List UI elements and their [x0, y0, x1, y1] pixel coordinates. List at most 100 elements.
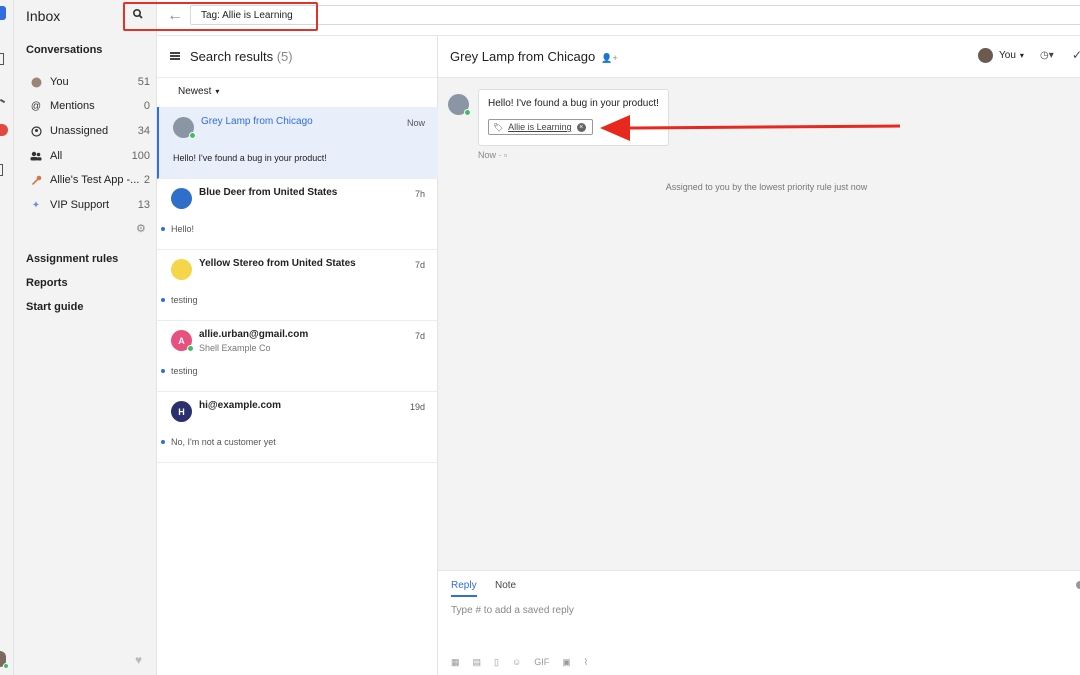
heart-icon[interactable]: ♥	[135, 653, 142, 667]
sidebar-item-unassigned[interactable]: Unassigned 34	[30, 122, 150, 140]
conversation-title-text: Grey Lamp from Chicago	[450, 49, 596, 64]
avatar-icon	[30, 76, 42, 88]
message-time: Now ·	[478, 150, 502, 160]
conversation-time: Now	[406, 118, 425, 128]
sidebar-item-count: 13	[137, 199, 150, 211]
contact-name: Blue Deer from United States	[199, 187, 338, 198]
gear-icon[interactable]: ⚙	[136, 222, 148, 235]
conversation-item[interactable]: Yellow Stereo from United States 7d test…	[157, 249, 438, 321]
tag-icon: 🏷	[493, 122, 504, 132]
inbox-rail-icon[interactable]	[0, 53, 4, 65]
reply-input[interactable]: Type # to add a saved reply	[451, 605, 574, 616]
key-icon	[30, 174, 42, 186]
sidebar-item-mentions[interactable]: @ Mentions 0	[30, 97, 150, 115]
tab-note[interactable]: Note	[495, 580, 516, 591]
app-logo-icon[interactable]	[0, 6, 6, 20]
contact-avatar	[173, 117, 196, 139]
people-icon	[30, 150, 42, 162]
notification-badge-icon[interactable]	[0, 124, 8, 136]
unread-dot-icon	[161, 298, 165, 302]
sidebar-item-label: Allie's Test App -...	[50, 174, 140, 186]
annotation-arrow-icon	[600, 115, 901, 141]
unread-dot-icon	[161, 440, 165, 444]
user-avatar[interactable]	[0, 651, 9, 669]
assignee-dropdown[interactable]: You ▾	[978, 48, 1024, 63]
remove-tag-icon[interactable]: ×	[576, 122, 586, 132]
tab-reply[interactable]: Reply	[451, 580, 477, 597]
sidebar-item-you[interactable]: You 51	[30, 73, 150, 91]
conversation-header: Grey Lamp from Chicago 👤+ You ▾ ◷▾ ✓	[438, 36, 1080, 78]
conversation-time: 7h	[414, 189, 425, 199]
grid-icon[interactable]: ▦	[451, 657, 460, 668]
contact-company: Shell Example Co	[199, 343, 271, 353]
chevron-down-icon: ▾	[1019, 51, 1024, 60]
articles-rail-icon[interactable]	[0, 164, 3, 176]
sparkle-icon: ✦	[31, 199, 41, 211]
menu-icon[interactable]	[170, 52, 180, 60]
sidebar-item-count: 100	[131, 150, 150, 162]
reply-composer: Reply Note Type # to add a saved reply ▦…	[438, 570, 1080, 675]
inbox-sidebar: Inbox Conversations You 51 @ Mentions 0 …	[14, 0, 157, 675]
annotation-highlight-box	[123, 2, 318, 31]
emoji-icon[interactable]: ☺	[512, 657, 521, 668]
outbound-rail-icon[interactable]	[0, 98, 6, 104]
snooze-clock-icon[interactable]: ◷▾	[1040, 50, 1054, 61]
conversation-item[interactable]: A allie.urban@gmail.com Shell Example Co…	[157, 320, 438, 392]
unassigned-icon	[30, 125, 42, 137]
online-status-icon	[3, 663, 9, 669]
sort-dropdown[interactable]: Newest ▾	[178, 86, 219, 97]
add-participant-icon[interactable]: 👤+	[601, 53, 617, 63]
online-status-icon	[189, 132, 196, 139]
image-icon[interactable]: ▣	[562, 657, 571, 668]
sidebar-item-all[interactable]: All 100	[30, 147, 150, 165]
conversation-item[interactable]: Grey Lamp from Chicago Now Hello! I've f…	[157, 107, 438, 179]
tag-chip[interactable]: 🏷 Allie is Learning ×	[488, 119, 593, 135]
seen-icon: ▫	[504, 150, 508, 160]
message-text: Hello! I've found a bug in your product!	[488, 98, 659, 109]
sidebar-item-test-app[interactable]: Allie's Test App -... 2	[30, 171, 150, 189]
assignee-label: You	[999, 50, 1016, 61]
message-preview: testing	[171, 295, 198, 305]
search-input[interactable]	[190, 5, 1080, 25]
contact-avatar	[171, 188, 192, 209]
unread-dot-icon	[161, 227, 165, 231]
conversation-time: 19d	[409, 402, 425, 412]
message-preview: Hello! I've found a bug in your product!	[173, 153, 327, 163]
contact-name: allie.urban@gmail.com	[199, 329, 309, 340]
start-guide-link[interactable]: Start guide	[26, 301, 83, 313]
assignment-note: Assigned to you by the lowest priority r…	[665, 182, 868, 192]
list-title-text: Search results	[190, 49, 274, 64]
bookmark-icon[interactable]: ▯	[494, 657, 499, 668]
message-preview: No, I'm not a customer yet	[171, 437, 276, 447]
conversations-heading: Conversations	[26, 44, 103, 56]
conversation-title: Grey Lamp from Chicago 👤+	[450, 49, 618, 64]
result-count: (5)	[276, 49, 293, 64]
conversation-item[interactable]: Blue Deer from United States 7h Hello!	[157, 178, 438, 250]
conversation-time: 7d	[414, 260, 425, 270]
message-preview: testing	[171, 366, 198, 376]
conversation-detail: Grey Lamp from Chicago 👤+ You ▾ ◷▾ ✓ Hell…	[438, 36, 1080, 675]
inbox-title: Inbox	[26, 8, 61, 24]
sidebar-item-label: VIP Support	[50, 199, 110, 211]
attachment-icon[interactable]: ⌇	[584, 657, 588, 668]
reports-link[interactable]: Reports	[26, 277, 68, 289]
contact-avatar: A	[171, 330, 194, 352]
online-status-icon	[464, 109, 471, 116]
sidebar-item-count: 2	[143, 174, 150, 186]
conversation-list: Search results (5) Newest ▾ Grey Lamp fro…	[157, 36, 438, 675]
message-preview: Hello!	[171, 224, 195, 234]
contact-avatar	[171, 259, 192, 280]
gif-button[interactable]: GIF	[534, 657, 549, 668]
online-status-icon	[187, 345, 194, 352]
close-check-icon[interactable]: ✓	[1072, 48, 1080, 62]
chevron-down-icon: ▾	[215, 87, 220, 96]
sidebar-item-count: 51	[137, 76, 150, 88]
unread-dot-icon	[161, 369, 165, 373]
composer-more-icon[interactable]	[1076, 581, 1080, 589]
conversation-item[interactable]: H hi@example.com 19d No, I'm not a custo…	[157, 391, 438, 463]
article-icon[interactable]: ▤	[473, 657, 482, 668]
list-title: Search results (5)	[190, 49, 293, 64]
sidebar-item-label: Unassigned	[50, 125, 109, 137]
sidebar-item-vip-support[interactable]: ✦ VIP Support 13	[30, 196, 150, 214]
assignment-rules-link[interactable]: Assignment rules	[26, 253, 118, 265]
